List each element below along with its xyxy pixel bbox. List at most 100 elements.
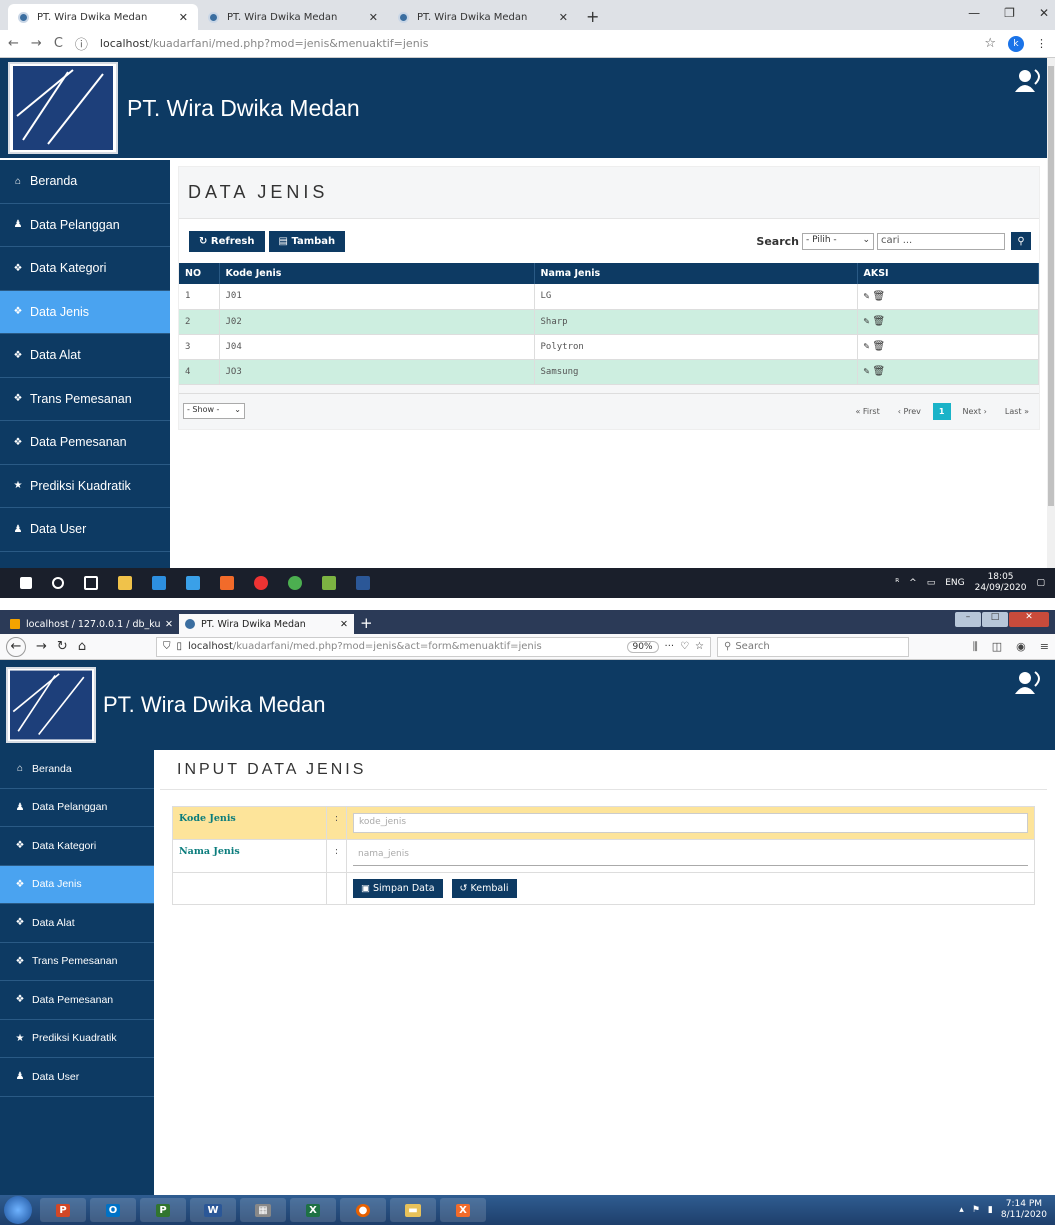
firefox-icon[interactable]: ● (340, 1198, 386, 1222)
info-icon[interactable]: ⓘ (75, 34, 88, 53)
pocket-icon[interactable]: ♡ (680, 641, 689, 652)
chrome-icon[interactable] (288, 576, 302, 590)
close-tab-icon[interactable]: ✕ (369, 11, 378, 24)
forward-icon[interactable]: → (36, 639, 47, 654)
menu-icon[interactable]: ≡ (1040, 640, 1049, 654)
edit-icon[interactable]: ✎ (864, 291, 870, 302)
sidebar-item[interactable]: ★ Prediksi Kuadratik (0, 1020, 154, 1058)
calculator-icon[interactable]: ▦ (240, 1198, 286, 1222)
search-button[interactable]: ⚲ (1011, 232, 1031, 250)
zoom-level[interactable]: 90% (626, 640, 659, 653)
reload-icon[interactable]: C (54, 36, 63, 51)
browser-tab[interactable]: PT. Wira Dwika Medan ✕ (388, 4, 578, 30)
column-header[interactable]: NO (179, 263, 220, 284)
edit-icon[interactable]: ✎ (864, 341, 870, 352)
browser-tab[interactable]: PT. Wira Dwika Medan ✕ (8, 4, 198, 30)
recorder-icon[interactable] (254, 576, 268, 590)
battery-icon[interactable]: ▭ (927, 578, 936, 588)
edge-icon[interactable] (152, 576, 166, 590)
edit-icon[interactable]: ✎ (864, 366, 870, 377)
more-actions-icon[interactable]: ··· (665, 641, 675, 652)
reload-icon[interactable]: ↻ (57, 639, 68, 654)
prev-page-link[interactable]: ‹ Prev (892, 403, 927, 420)
menu-icon[interactable]: ⋮ (1036, 37, 1047, 50)
user-icon[interactable] (1013, 670, 1043, 694)
explorer-icon[interactable]: ▬ (390, 1198, 436, 1222)
minimize-icon[interactable]: — (968, 6, 980, 20)
first-page-link[interactable]: « First (849, 403, 885, 420)
sidebar-item[interactable]: ♟ Data Pelanggan (0, 204, 170, 247)
column-header[interactable]: Nama Jenis (534, 263, 858, 284)
flag-icon[interactable]: ⚑ (972, 1205, 980, 1216)
search-input[interactable]: cari ... (877, 232, 1005, 250)
word-icon[interactable]: W (190, 1198, 236, 1222)
notification-icon[interactable]: ▢ (1036, 578, 1045, 588)
save-button[interactable]: ▣ Simpan Data (353, 879, 443, 898)
kode-jenis-field[interactable]: kode_jenis (353, 813, 1028, 833)
chevron-up-icon[interactable]: ▴ (959, 1205, 964, 1216)
forward-icon[interactable]: → (31, 36, 42, 51)
file-explorer-icon[interactable] (118, 576, 132, 590)
mail-icon[interactable] (186, 576, 200, 590)
back-button[interactable]: ↺ Kembali (451, 879, 517, 898)
powerpoint-icon[interactable]: P (40, 1198, 86, 1222)
minimize-icon[interactable]: – (955, 612, 981, 627)
user-icon[interactable] (1013, 68, 1043, 92)
editor-icon[interactable] (322, 576, 336, 590)
language-indicator[interactable]: ENG (945, 578, 964, 588)
shield-icon[interactable]: ⛉ (163, 641, 171, 652)
word-icon[interactable] (356, 576, 370, 590)
project-icon[interactable]: P (140, 1198, 186, 1222)
xampp-icon[interactable]: X (440, 1198, 486, 1222)
trash-icon[interactable]: 🗑 (873, 316, 886, 327)
sidebar-icon[interactable]: ◫ (992, 640, 1002, 654)
sidebar-item[interactable]: ★ Prediksi Kuadratik (0, 465, 170, 508)
windows-start-icon[interactable] (20, 577, 32, 589)
sidebar-item[interactable]: ❖ Data Kategori (0, 247, 170, 291)
nama-jenis-field[interactable]: nama_jenis (353, 846, 1028, 866)
sidebar-item[interactable]: ⌂ Beranda (0, 750, 154, 789)
sidebar-item[interactable]: ❖ Data Alat (0, 334, 170, 378)
close-tab-icon[interactable]: ✕ (559, 11, 568, 24)
trash-icon[interactable]: 🗑 (873, 341, 886, 352)
search-field-select[interactable]: - Pilih - ⌄ (802, 232, 874, 250)
home-icon[interactable]: ⌂ (78, 639, 86, 654)
new-tab-icon[interactable]: + (586, 7, 599, 26)
close-tab-icon[interactable]: ✕ (340, 619, 348, 630)
column-header[interactable]: Kode Jenis (219, 263, 535, 284)
url-input[interactable]: ⛉ ▯ localhost/kuadarfani/med.php?mod=jen… (156, 636, 711, 657)
back-icon[interactable]: ← (8, 36, 19, 51)
close-icon[interactable]: ✕ (1009, 612, 1049, 627)
refresh-button[interactable]: ↻ Refresh (189, 230, 265, 252)
clock[interactable]: 7:14 PM 8/11/2020 (1001, 1199, 1047, 1221)
search-icon[interactable] (52, 577, 64, 589)
current-page[interactable]: 1 (932, 402, 951, 420)
chevron-up-icon[interactable]: ^ (909, 578, 917, 588)
clock[interactable]: 18:05 24/09/2020 (975, 572, 1027, 594)
sidebar-item[interactable]: ❖ Data Jenis (0, 290, 170, 334)
next-page-link[interactable]: Next › (957, 403, 993, 420)
last-page-link[interactable]: Last » (999, 403, 1035, 420)
search-input[interactable]: ⚲ Search (717, 636, 909, 657)
xampp-icon[interactable] (220, 576, 234, 590)
signal-icon[interactable]: ▮ (988, 1205, 993, 1216)
library-icon[interactable]: ⫼ (973, 640, 978, 654)
url-input[interactable]: localhost/kuadarfani/med.php?mod=jenis&m… (100, 37, 984, 50)
show-select[interactable]: - Show - ⌄ (183, 403, 245, 419)
close-tab-icon[interactable]: ✕ (165, 619, 173, 630)
back-icon[interactable]: ← (6, 636, 26, 657)
close-icon[interactable]: ✕ (1039, 6, 1049, 20)
task-view-icon[interactable] (84, 576, 98, 590)
sidebar-item[interactable]: ♟ Data User (0, 508, 170, 552)
account-icon[interactable]: ◉ (1016, 640, 1026, 654)
new-tab-icon[interactable]: + (360, 614, 373, 632)
sidebar-item[interactable]: ❖ Data Jenis (0, 865, 154, 904)
profile-avatar[interactable]: k (1008, 35, 1024, 52)
sidebar-item[interactable]: ❖ Data Pemesanan (0, 981, 154, 1020)
sidebar-item[interactable]: ❖ Trans Pemesanan (0, 943, 154, 981)
browser-tab[interactable]: localhost / 127.0.0.1 / db_kuad ✕ (4, 614, 179, 634)
bookmark-star-icon[interactable]: ☆ (695, 641, 704, 652)
scrollbar[interactable] (1047, 58, 1055, 568)
outlook-icon[interactable]: O (90, 1198, 136, 1222)
bookmark-star-icon[interactable]: ☆ (984, 36, 996, 51)
